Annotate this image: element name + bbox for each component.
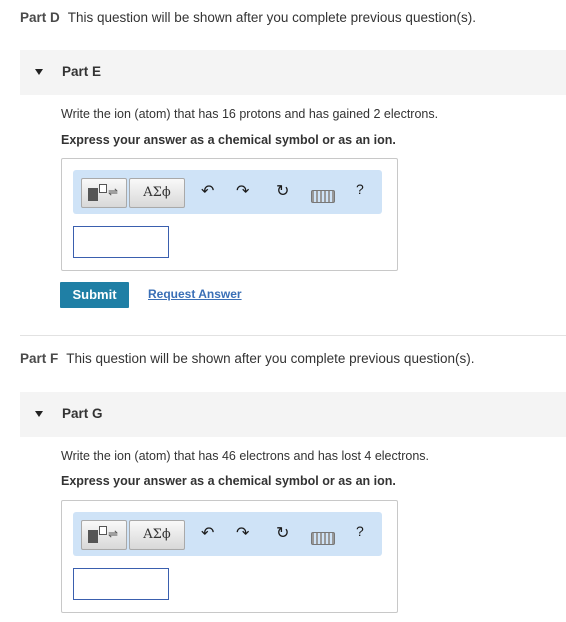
part-d-row: Part D This question will be shown after … xyxy=(20,10,476,25)
help-icon[interactable]: ? xyxy=(356,181,364,197)
undo-icon[interactable]: ↶ xyxy=(201,180,214,204)
part-g-question: Write the ion (atom) that has 46 electro… xyxy=(61,449,430,463)
part-g-answer-input[interactable] xyxy=(73,568,169,600)
part-f-label: Part F xyxy=(20,351,59,366)
divider xyxy=(20,335,566,336)
part-g-instruction: Express your answer as a chemical symbol… xyxy=(61,474,396,488)
keyboard-icon[interactable] xyxy=(311,190,335,203)
submit-button[interactable]: Submit xyxy=(60,282,129,308)
request-answer-link[interactable]: Request Answer xyxy=(148,287,242,301)
undo-icon[interactable]: ↶ xyxy=(201,522,214,546)
math-toolbar: ⇌ ΑΣϕ ↶ ↷ ↻ ? xyxy=(73,512,382,556)
part-e-title: Part E xyxy=(62,64,102,79)
part-g-header[interactable]: Part G xyxy=(20,392,566,437)
collapse-triangle-icon[interactable] xyxy=(35,411,43,417)
part-e-question: Write the ion (atom) that has 16 protons… xyxy=(61,107,439,121)
keyboard-icon[interactable] xyxy=(311,532,335,545)
part-d-text: This question will be shown after you co… xyxy=(67,10,476,25)
reset-icon[interactable]: ↻ xyxy=(276,522,289,546)
collapse-triangle-icon[interactable] xyxy=(35,69,43,75)
part-e-instruction: Express your answer as a chemical symbol… xyxy=(61,133,396,147)
help-icon[interactable]: ? xyxy=(356,523,364,539)
greek-icon[interactable]: ΑΣϕ xyxy=(129,178,185,208)
greek-icon[interactable]: ΑΣϕ xyxy=(129,520,185,550)
part-e-header[interactable]: Part E xyxy=(20,50,566,95)
part-g-answer-box: ⇌ ΑΣϕ ↶ ↷ ↻ ? xyxy=(61,500,398,613)
part-f-row: Part F This question will be shown after … xyxy=(20,351,474,366)
part-d-label: Part D xyxy=(20,10,60,25)
reset-icon[interactable]: ↻ xyxy=(276,180,289,204)
redo-icon[interactable]: ↷ xyxy=(236,180,249,204)
part-e-answer-box: ⇌ ΑΣϕ ↶ ↷ ↻ ? xyxy=(61,158,398,271)
part-f-text: This question will be shown after you co… xyxy=(66,351,475,366)
templates-icon[interactable]: ⇌ xyxy=(81,178,127,208)
redo-icon[interactable]: ↷ xyxy=(236,522,249,546)
templates-icon[interactable]: ⇌ xyxy=(81,520,127,550)
part-e-answer-input[interactable] xyxy=(73,226,169,258)
part-g-title: Part G xyxy=(62,406,103,421)
math-toolbar: ⇌ ΑΣϕ ↶ ↷ ↻ ? xyxy=(73,170,382,214)
